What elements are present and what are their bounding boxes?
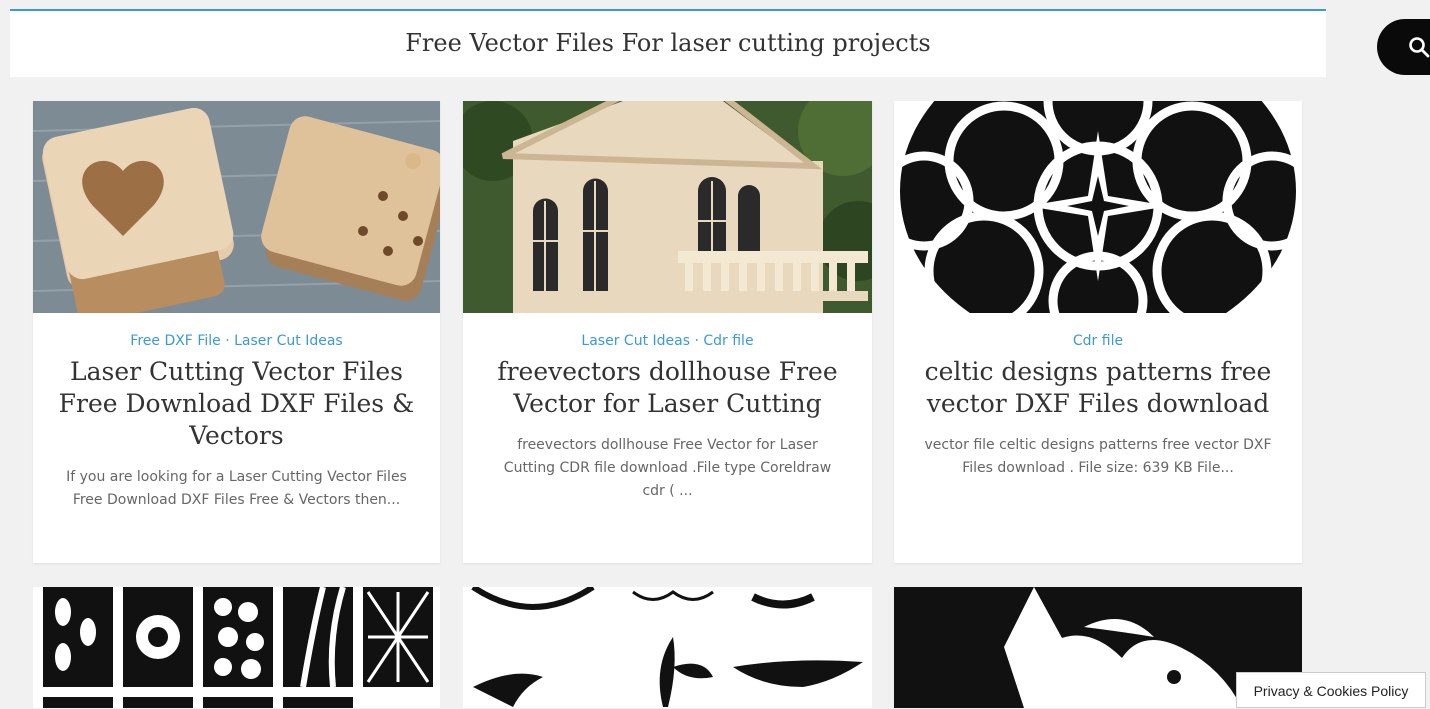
category-link[interactable]: Laser Cut Ideas bbox=[234, 333, 343, 349]
post-excerpt: vector file celtic designs patterns free… bbox=[924, 437, 1272, 476]
post-thumbnail[interactable] bbox=[463, 101, 872, 313]
wooden-boxes-image bbox=[33, 101, 440, 313]
category-link[interactable]: Cdr file bbox=[1073, 333, 1123, 349]
post-categories: Laser Cut Ideas · Cdr file bbox=[463, 333, 872, 349]
ornament-set-image[interactable] bbox=[463, 587, 872, 708]
privacy-policy-button[interactable]: Privacy & Cookies Policy bbox=[1236, 672, 1426, 708]
category-link[interactable]: Free DXF File bbox=[130, 333, 220, 349]
dollhouse-image bbox=[463, 101, 872, 313]
post-thumbnail[interactable] bbox=[33, 101, 440, 313]
post-title[interactable]: celtic designs patterns free vector DXF … bbox=[918, 356, 1278, 420]
post-thumbnail[interactable] bbox=[894, 101, 1302, 313]
celtic-pattern-image bbox=[894, 101, 1302, 313]
page-header: Free Vector Files For laser cutting proj… bbox=[10, 9, 1326, 77]
page-title: Free Vector Files For laser cutting proj… bbox=[405, 29, 931, 57]
category-separator: · bbox=[694, 333, 699, 349]
post-excerpt: freevectors dollhouse Free Vector for La… bbox=[503, 437, 832, 499]
post-title[interactable]: Laser Cutting Vector Files Free Download… bbox=[57, 356, 416, 452]
category-link[interactable]: Cdr file bbox=[703, 333, 753, 349]
post-card[interactable]: Laser Cut Ideas · Cdr file freevectors d… bbox=[463, 101, 872, 563]
search-icon bbox=[1409, 37, 1430, 58]
post-excerpt: If you are looking for a Laser Cutting V… bbox=[66, 469, 407, 508]
search-button[interactable] bbox=[1377, 19, 1430, 75]
post-categories: Cdr file bbox=[894, 333, 1302, 349]
post-card[interactable] bbox=[33, 587, 440, 708]
post-card[interactable]: Cdr file celtic designs patterns free ve… bbox=[894, 101, 1302, 563]
main-content: Free Vector Files For laser cutting proj… bbox=[10, 0, 1326, 708]
decorative-panels-image[interactable] bbox=[33, 587, 440, 708]
category-separator: · bbox=[225, 333, 230, 349]
post-card[interactable]: Free DXF File · Laser Cut Ideas Laser Cu… bbox=[33, 101, 440, 563]
post-card[interactable] bbox=[463, 587, 872, 708]
category-link[interactable]: Laser Cut Ideas bbox=[581, 333, 690, 349]
post-title[interactable]: freevectors dollhouse Free Vector for La… bbox=[487, 356, 848, 420]
post-categories: Free DXF File · Laser Cut Ideas bbox=[33, 333, 440, 349]
